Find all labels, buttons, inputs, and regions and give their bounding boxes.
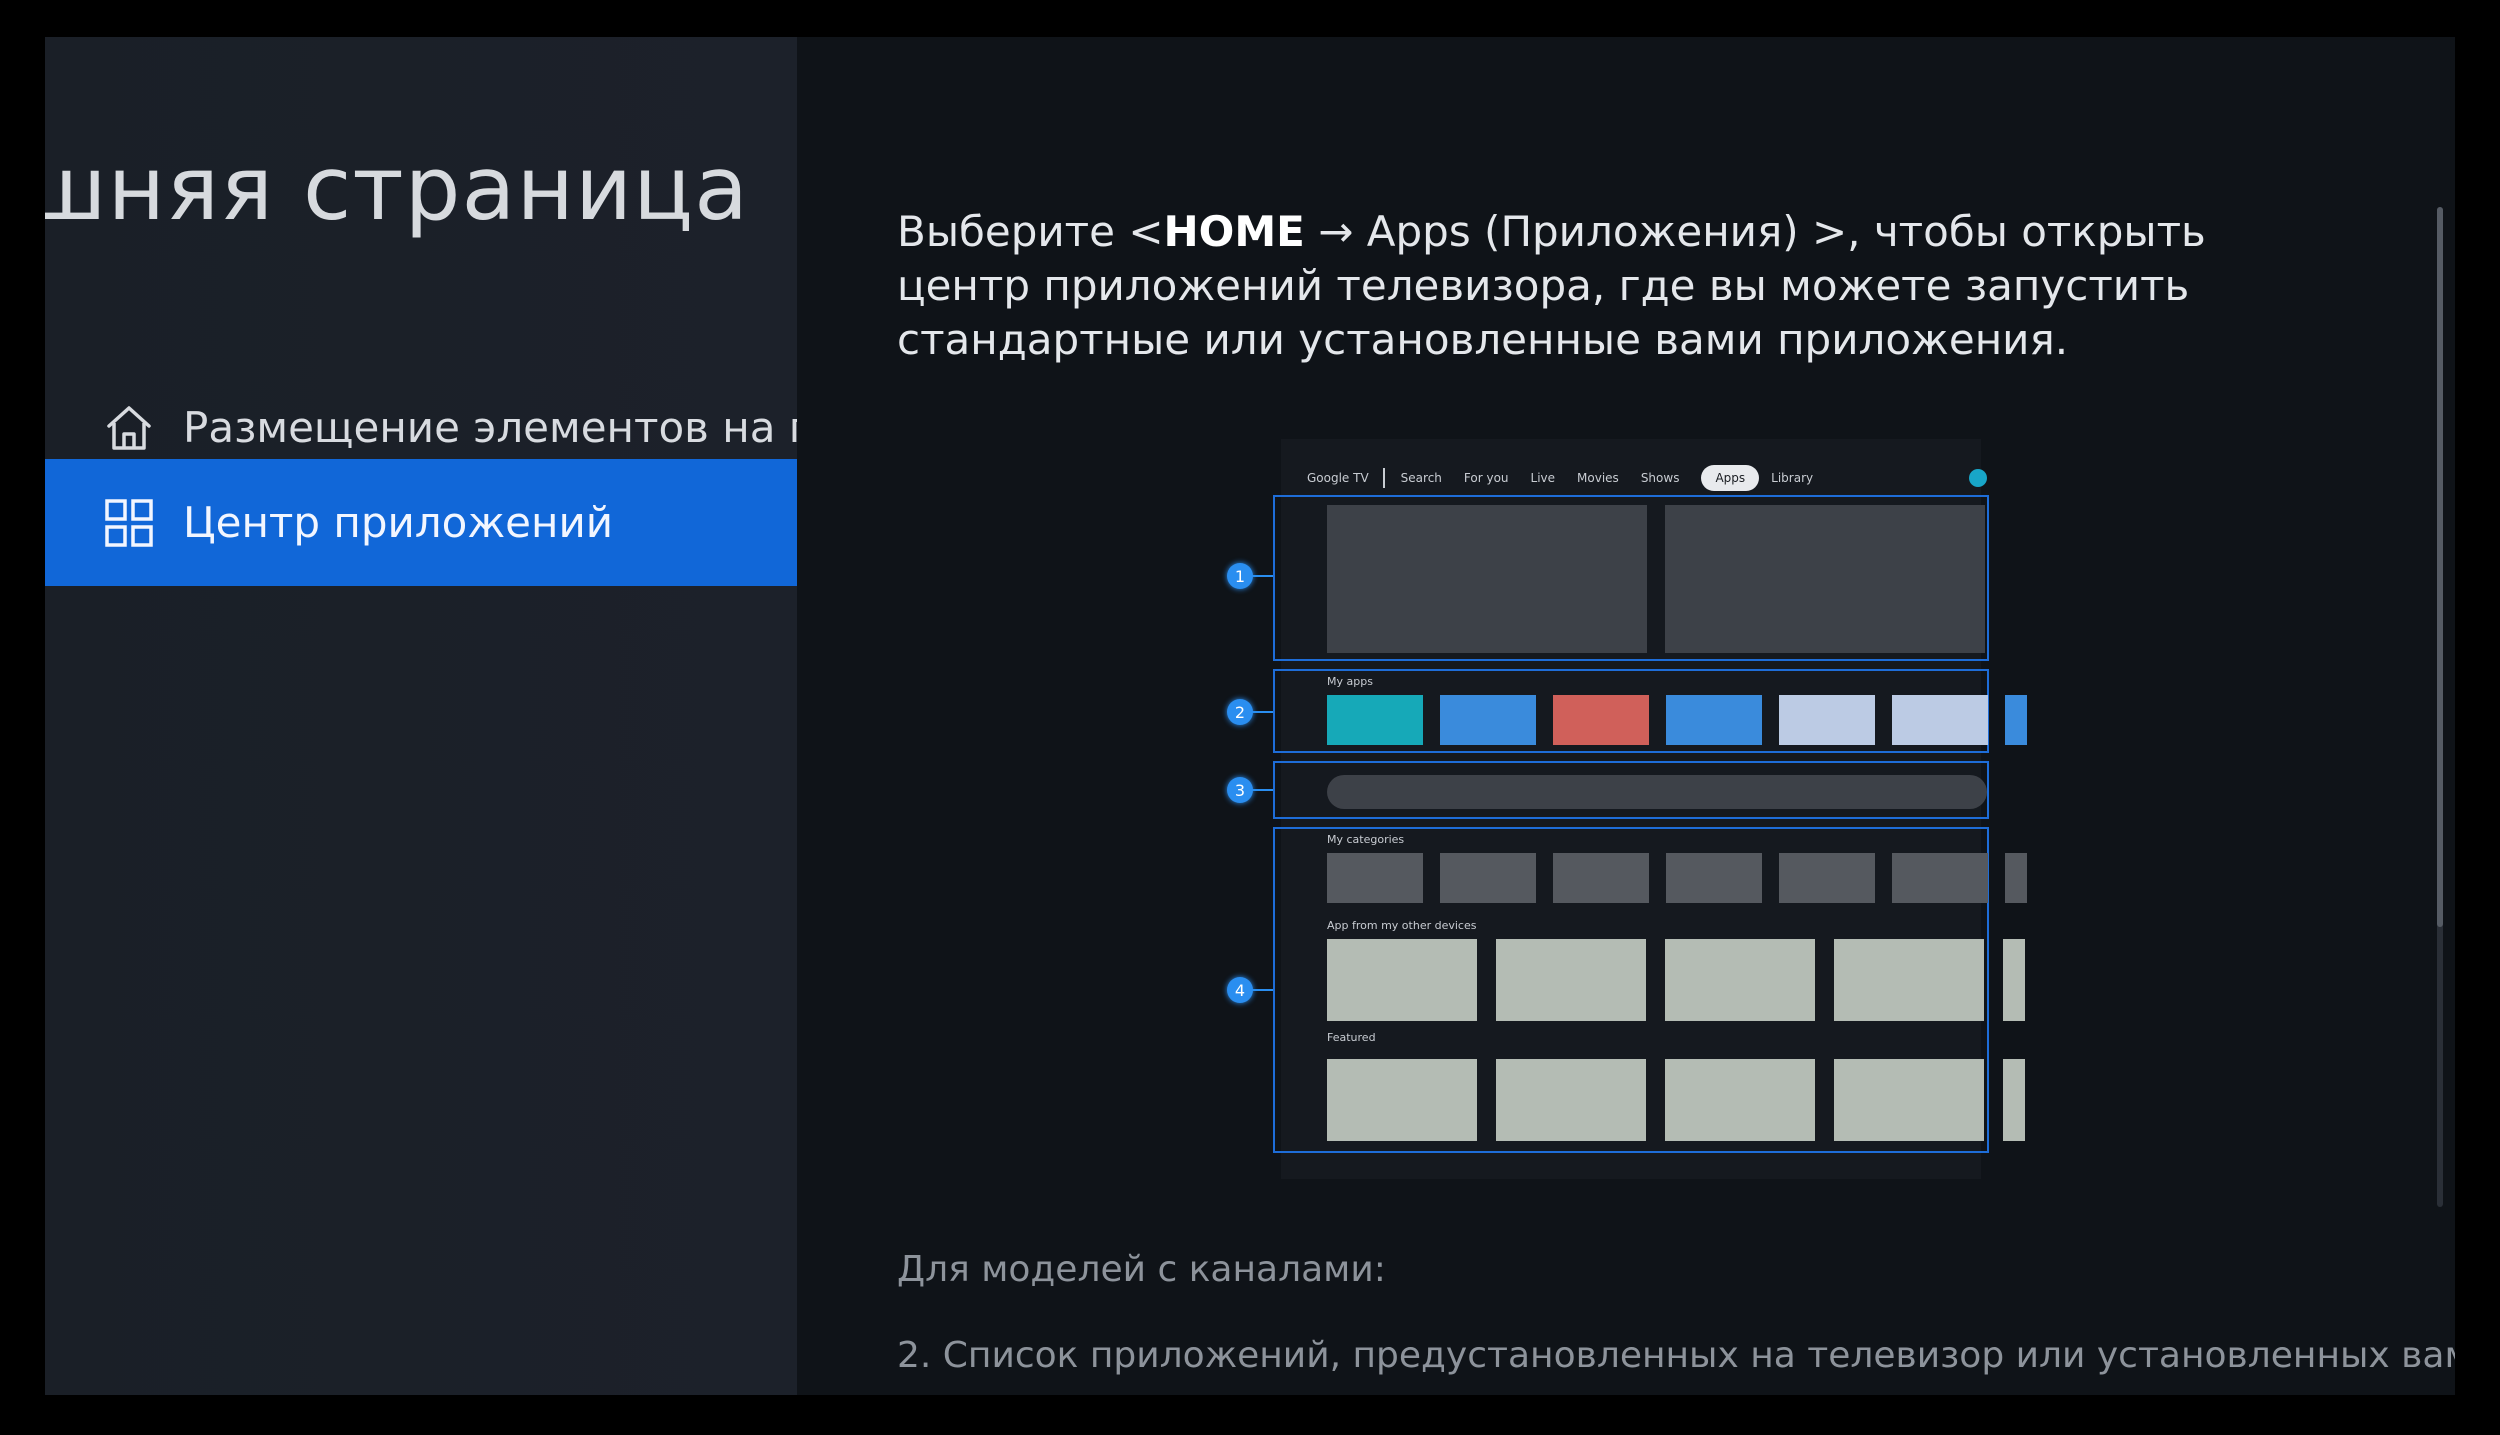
app-tile bbox=[1553, 695, 1649, 745]
other-device-tile bbox=[1834, 939, 1984, 1021]
category-tile bbox=[1327, 853, 1423, 903]
left-panel: омашняя страница Размещение элементов на… bbox=[45, 37, 797, 1395]
content-panel: Выберите <HOME → Apps (Приложения) >, чт… bbox=[797, 37, 2455, 1395]
other-device-tile-partial bbox=[2003, 939, 2025, 1021]
app-tile bbox=[1779, 695, 1875, 745]
my-apps-label: My apps bbox=[1327, 675, 1373, 688]
tv-screen: омашняя страница Размещение элементов на… bbox=[45, 37, 2455, 1395]
category-tile bbox=[1779, 853, 1875, 903]
menu-item-label: Центр приложений bbox=[183, 498, 614, 547]
illustration-nav-bar: Google TV Search For you Live Movies Sho… bbox=[1307, 459, 1835, 497]
menu-item-app-center[interactable]: Центр приложений bbox=[45, 459, 797, 586]
nav-tab: Library bbox=[1771, 471, 1814, 485]
featured-tile bbox=[1327, 1059, 1477, 1141]
category-tile bbox=[1892, 853, 1988, 903]
footer-heading: Для моделей с каналами: bbox=[897, 1249, 1386, 1290]
callout-badge: 2 bbox=[1227, 699, 1253, 725]
search-bar-placeholder bbox=[1327, 775, 1987, 809]
nav-brand: Google TV bbox=[1307, 471, 1369, 485]
description-text: Выберите <HOME → Apps (Приложения) >, чт… bbox=[897, 205, 2317, 367]
nav-tab: Search bbox=[1400, 471, 1442, 485]
app-tile bbox=[1327, 695, 1423, 745]
category-tile bbox=[1666, 853, 1762, 903]
hero-card bbox=[1327, 505, 1647, 653]
nav-tab: Movies bbox=[1577, 471, 1619, 485]
app-tile-partial bbox=[2005, 695, 2027, 745]
other-device-tile bbox=[1665, 939, 1815, 1021]
featured-tile bbox=[1665, 1059, 1815, 1141]
other-devices-label: App from my other devices bbox=[1327, 919, 1477, 932]
featured-label: Featured bbox=[1327, 1031, 1376, 1044]
home-icon bbox=[107, 405, 151, 450]
page-title: омашняя страница bbox=[45, 137, 749, 240]
other-device-tile bbox=[1496, 939, 1646, 1021]
other-device-tile bbox=[1327, 939, 1477, 1021]
featured-tile bbox=[1496, 1059, 1646, 1141]
callout-badge: 3 bbox=[1227, 777, 1253, 803]
app-tile bbox=[1892, 695, 1988, 745]
category-tile-partial bbox=[2005, 853, 2027, 903]
featured-tile bbox=[1834, 1059, 1984, 1141]
apps-grid-icon bbox=[105, 498, 153, 547]
category-tile bbox=[1440, 853, 1536, 903]
scrollbar-thumb[interactable] bbox=[2437, 207, 2443, 927]
my-categories-label: My categories bbox=[1327, 833, 1405, 846]
app-tile bbox=[1666, 695, 1762, 745]
featured-tile-partial bbox=[2003, 1059, 2025, 1141]
nav-tab: For you bbox=[1463, 471, 1509, 485]
footer-list-item: 2. Список приложений, предустановленных … bbox=[897, 1335, 2455, 1376]
category-tile bbox=[1553, 853, 1649, 903]
profile-avatar bbox=[1969, 469, 1987, 487]
nav-tab: Shows bbox=[1640, 471, 1680, 485]
app-center-illustration: Google TV Search For you Live Movies Sho… bbox=[1227, 439, 2027, 1179]
app-tile bbox=[1440, 695, 1536, 745]
nav-tab: Live bbox=[1530, 471, 1556, 485]
menu-item-label: Размещение элементов на глав bbox=[183, 403, 797, 452]
callout-badge: 1 bbox=[1227, 563, 1253, 589]
description-home-keyword: HOME bbox=[1163, 207, 1305, 256]
hero-card bbox=[1665, 505, 1985, 653]
nav-tab-active: Apps bbox=[1701, 465, 1760, 491]
nav-separator bbox=[1382, 468, 1385, 488]
description-prefix: Выберите < bbox=[897, 207, 1164, 256]
callout-badge: 4 bbox=[1227, 977, 1253, 1003]
